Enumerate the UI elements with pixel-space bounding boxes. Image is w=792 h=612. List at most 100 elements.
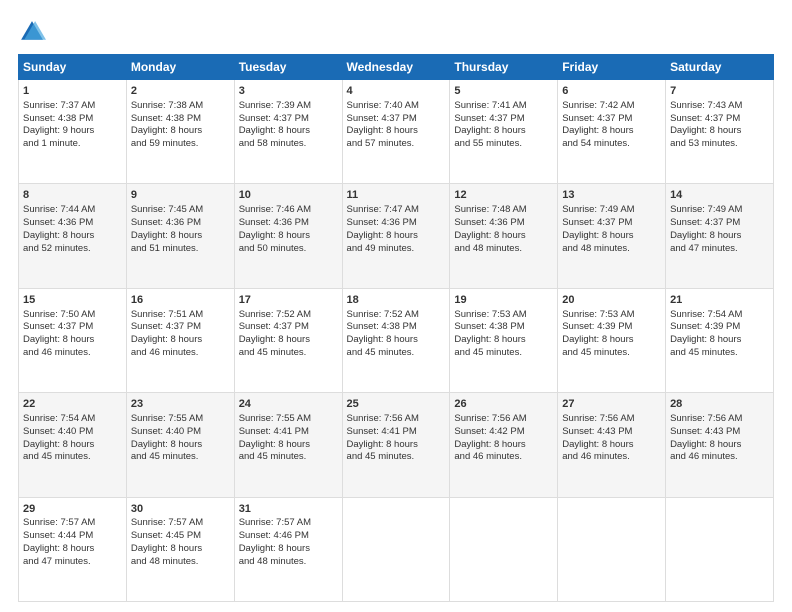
day-info-line: Sunrise: 7:41 AM [454,100,553,113]
day-info-line: Sunrise: 7:48 AM [454,204,553,217]
calendar-cell: 5Sunrise: 7:41 AMSunset: 4:37 PMDaylight… [450,80,558,184]
day-info-line: Sunset: 4:37 PM [239,113,338,126]
day-info-line: Sunrise: 7:57 AM [131,517,230,530]
day-info-line: and 48 minutes. [239,556,338,569]
day-info-line: Sunrise: 7:52 AM [347,309,446,322]
day-info-line: Daylight: 8 hours [23,334,122,347]
calendar-cell: 16Sunrise: 7:51 AMSunset: 4:37 PMDayligh… [126,288,234,392]
calendar-cell: 9Sunrise: 7:45 AMSunset: 4:36 PMDaylight… [126,184,234,288]
day-info-line: Daylight: 8 hours [454,334,553,347]
day-info-line: and 53 minutes. [670,138,769,151]
day-number: 19 [454,293,553,308]
calendar-cell: 17Sunrise: 7:52 AMSunset: 4:37 PMDayligh… [234,288,342,392]
calendar-cell: 18Sunrise: 7:52 AMSunset: 4:38 PMDayligh… [342,288,450,392]
day-number: 28 [670,397,769,412]
calendar-cell: 13Sunrise: 7:49 AMSunset: 4:37 PMDayligh… [558,184,666,288]
calendar-cell: 7Sunrise: 7:43 AMSunset: 4:37 PMDaylight… [666,80,774,184]
calendar-cell: 19Sunrise: 7:53 AMSunset: 4:38 PMDayligh… [450,288,558,392]
calendar-cell: 3Sunrise: 7:39 AMSunset: 4:37 PMDaylight… [234,80,342,184]
day-info-line: Daylight: 8 hours [131,230,230,243]
day-info-line: Sunrise: 7:42 AM [562,100,661,113]
calendar-cell [666,497,774,601]
calendar-cell: 26Sunrise: 7:56 AMSunset: 4:42 PMDayligh… [450,393,558,497]
day-info-line: Sunrise: 7:40 AM [347,100,446,113]
day-info-line: Sunset: 4:40 PM [23,426,122,439]
day-info-line: Sunset: 4:36 PM [454,217,553,230]
day-info-line: Daylight: 8 hours [347,439,446,452]
day-number: 20 [562,293,661,308]
day-info-line: Sunset: 4:37 PM [239,321,338,334]
day-info-line: Sunset: 4:43 PM [670,426,769,439]
day-info-line: and 52 minutes. [23,243,122,256]
day-info-line: Sunrise: 7:57 AM [239,517,338,530]
day-number: 6 [562,84,661,99]
day-info-line: Daylight: 8 hours [347,125,446,138]
calendar-cell [558,497,666,601]
day-number: 5 [454,84,553,99]
calendar-cell: 29Sunrise: 7:57 AMSunset: 4:44 PMDayligh… [19,497,127,601]
day-info-line: Daylight: 8 hours [562,230,661,243]
day-info-line: Sunrise: 7:56 AM [347,413,446,426]
day-info-line: and 45 minutes. [23,451,122,464]
day-info-line: Daylight: 8 hours [239,230,338,243]
day-info-line: Daylight: 8 hours [239,125,338,138]
day-info-line: and 45 minutes. [454,347,553,360]
day-info-line: Sunset: 4:45 PM [131,530,230,543]
col-header-saturday: Saturday [666,55,774,80]
day-info-line: and 48 minutes. [454,243,553,256]
calendar-cell: 22Sunrise: 7:54 AMSunset: 4:40 PMDayligh… [19,393,127,497]
day-info-line: Sunset: 4:36 PM [347,217,446,230]
day-info-line: and 48 minutes. [562,243,661,256]
day-number: 15 [23,293,122,308]
day-info-line: Sunrise: 7:46 AM [239,204,338,217]
day-info-line: Sunset: 4:37 PM [347,113,446,126]
day-info-line: Sunset: 4:41 PM [239,426,338,439]
day-info-line: Sunset: 4:37 PM [562,217,661,230]
day-info-line: Sunrise: 7:53 AM [454,309,553,322]
calendar-cell: 20Sunrise: 7:53 AMSunset: 4:39 PMDayligh… [558,288,666,392]
day-number: 8 [23,188,122,203]
day-number: 10 [239,188,338,203]
day-info-line: Sunrise: 7:52 AM [239,309,338,322]
day-info-line: and 49 minutes. [347,243,446,256]
day-info-line: Sunset: 4:37 PM [670,217,769,230]
day-info-line: and 50 minutes. [239,243,338,256]
day-info-line: Sunrise: 7:43 AM [670,100,769,113]
day-info-line: Daylight: 8 hours [562,334,661,347]
day-info-line: Daylight: 8 hours [239,334,338,347]
calendar-cell: 31Sunrise: 7:57 AMSunset: 4:46 PMDayligh… [234,497,342,601]
day-info-line: and 45 minutes. [562,347,661,360]
day-info-line: Sunset: 4:43 PM [562,426,661,439]
calendar-cell: 6Sunrise: 7:42 AMSunset: 4:37 PMDaylight… [558,80,666,184]
logo-icon [18,18,46,46]
day-number: 24 [239,397,338,412]
day-info-line: Sunrise: 7:47 AM [347,204,446,217]
day-info-line: Daylight: 9 hours [23,125,122,138]
day-info-line: Daylight: 8 hours [239,439,338,452]
col-header-thursday: Thursday [450,55,558,80]
calendar-week-row: 29Sunrise: 7:57 AMSunset: 4:44 PMDayligh… [19,497,774,601]
day-number: 23 [131,397,230,412]
calendar-week-row: 22Sunrise: 7:54 AMSunset: 4:40 PMDayligh… [19,393,774,497]
calendar-cell: 14Sunrise: 7:49 AMSunset: 4:37 PMDayligh… [666,184,774,288]
day-number: 14 [670,188,769,203]
day-number: 12 [454,188,553,203]
day-number: 7 [670,84,769,99]
day-info-line: Sunrise: 7:56 AM [562,413,661,426]
day-info-line: Sunrise: 7:39 AM [239,100,338,113]
col-header-tuesday: Tuesday [234,55,342,80]
col-header-friday: Friday [558,55,666,80]
day-info-line: Daylight: 8 hours [131,543,230,556]
day-info-line: Daylight: 8 hours [670,334,769,347]
day-number: 9 [131,188,230,203]
day-info-line: Sunrise: 7:54 AM [670,309,769,322]
header [18,18,774,46]
day-number: 31 [239,502,338,517]
day-info-line: Daylight: 8 hours [670,439,769,452]
day-info-line: Sunrise: 7:44 AM [23,204,122,217]
day-info-line: Daylight: 8 hours [23,543,122,556]
day-info-line: Sunset: 4:44 PM [23,530,122,543]
col-header-sunday: Sunday [19,55,127,80]
day-info-line: Sunset: 4:37 PM [23,321,122,334]
day-info-line: Sunrise: 7:49 AM [670,204,769,217]
